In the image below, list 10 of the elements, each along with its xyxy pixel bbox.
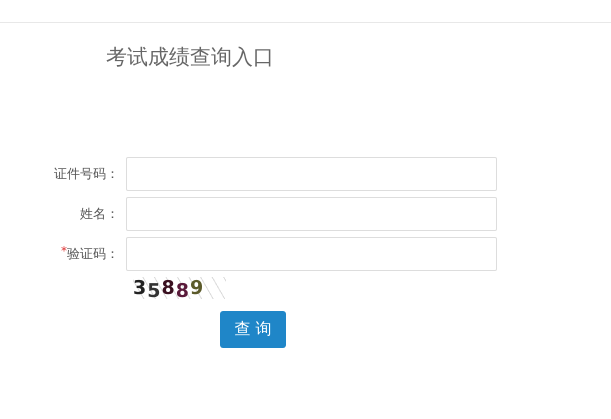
page-title: 考试成绩查询入口 (106, 44, 274, 71)
field-label: 验证码： (67, 246, 119, 263)
input-field[interactable] (126, 157, 497, 191)
field-label: 姓名： (80, 206, 119, 223)
input-field[interactable] (126, 197, 497, 231)
field-label: 证件号码： (54, 166, 119, 183)
search-button[interactable]: 查 询 (220, 311, 286, 348)
input-field[interactable] (126, 237, 497, 271)
required-mark: * (61, 245, 67, 257)
captcha-code[interactable]: 35889 (133, 277, 226, 299)
